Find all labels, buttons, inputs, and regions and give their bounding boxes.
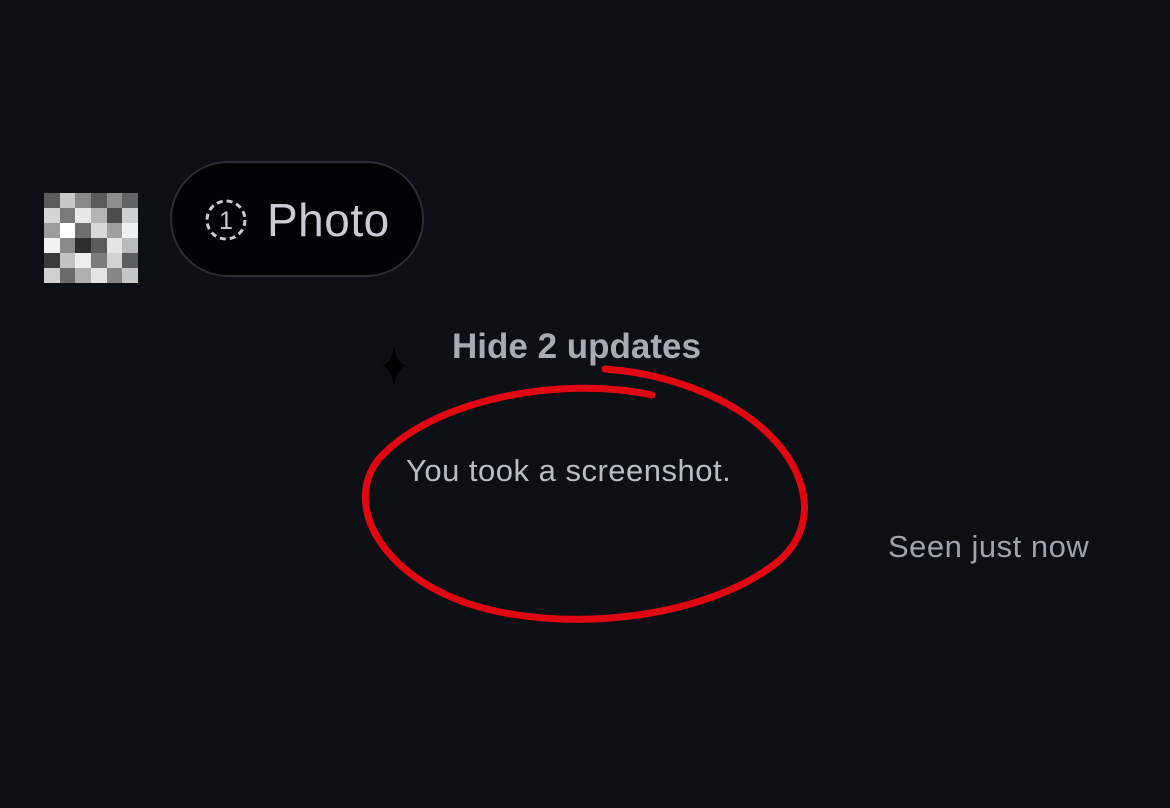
view-once-photo-button[interactable]: 1 Photo <box>170 161 424 277</box>
red-circle-annotation <box>361 365 808 623</box>
hide-updates-button[interactable]: Hide 2 updates <box>452 326 701 368</box>
photo-label: Photo <box>267 194 390 246</box>
view-once-count: 1 <box>219 207 233 235</box>
seen-status: Seen just now <box>888 529 1090 564</box>
view-once-icon: 1 <box>205 199 247 241</box>
chat-screen: 1 Photo Hide 2 updates You took a screen… <box>0 0 1170 808</box>
avatar[interactable] <box>44 193 138 283</box>
sparkle-icon <box>382 346 406 386</box>
screenshot-notice: You took a screenshot. <box>406 453 732 488</box>
